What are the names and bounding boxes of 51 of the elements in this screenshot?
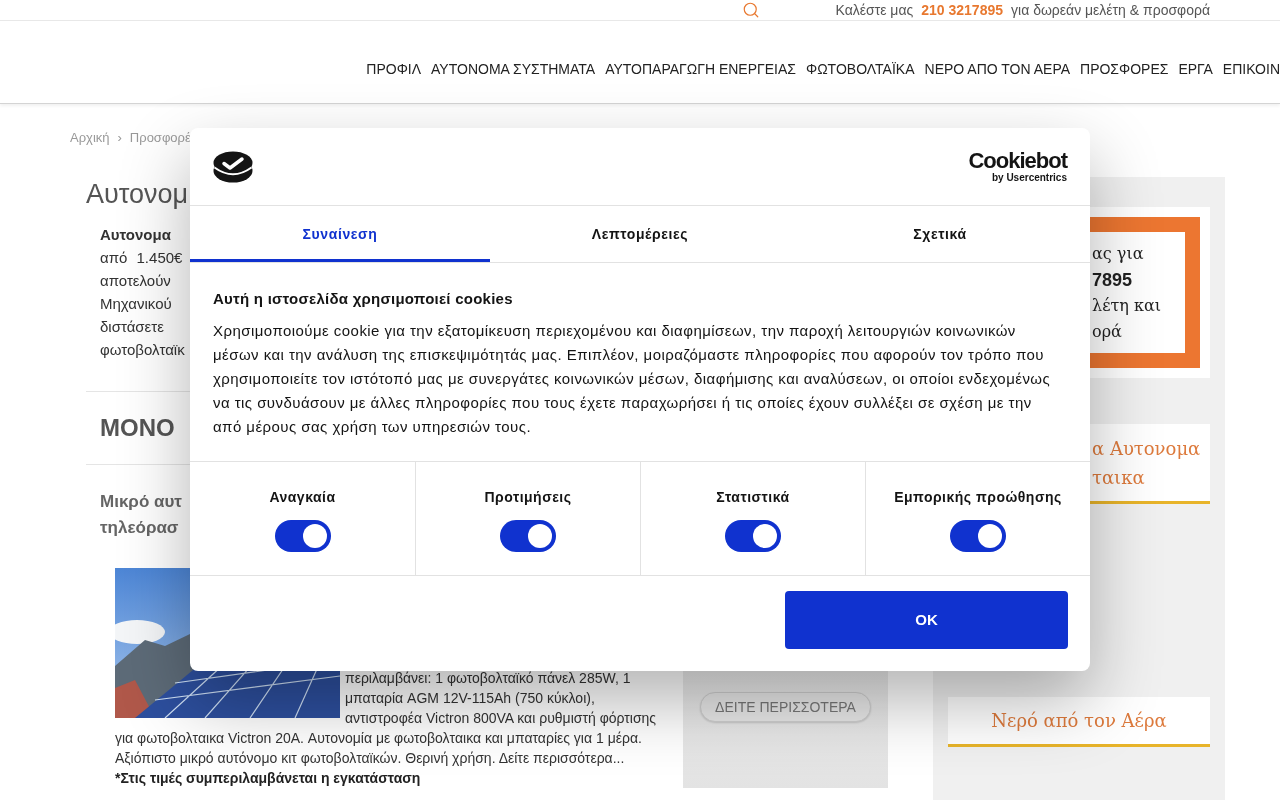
toggle-label: Εμπορικής προώθησης [894, 488, 1062, 506]
nav-link[interactable]: ΦΩΤΟΒΟΛΤΑΪΚΑ [806, 61, 915, 77]
call-text: για δωρεάν μελέτη & προσφορά [1011, 0, 1210, 20]
intro-text: Μηχανικού [100, 294, 172, 314]
contact-text: λέτη και [1092, 295, 1162, 317]
brand-name: Cookiebot [968, 150, 1067, 172]
link-card-title: ταικα [1092, 466, 1145, 490]
dialog-heading: Αυτή η ιστοσελίδα χρησιμοποιεί cookies [213, 289, 514, 309]
toggle-label: Προτιμήσεις [484, 488, 572, 506]
ok-button[interactable]: OK [785, 591, 1068, 649]
call-text: Καλέστε μας [835, 0, 914, 20]
contact-text: ας για [1092, 243, 1144, 265]
contact-text: 7895 [1092, 269, 1133, 292]
dialog-tab[interactable]: Σχετικά [790, 206, 1090, 262]
product-title: τηλεόρασ [100, 517, 179, 539]
dialog-body-text: Χρησιμοποιούμε cookie για την εξατομίκευση περιεχομένου και διαφημίσεων, την παροχή λειτουργιών κοινωνικών μέσων και την ανάλυση της επισκεψιμότητάς μας. Επιπλέον, μοιραζόμαστε πληροφορίες που αφορούν τον τρόπο που χρησιμοποιείτε τον ιστότοπό μας με συνεργάτες κοινωνικών μέσων, διαφήμισης και αναλύσεων, οι οποίοι ενδεχομένως να τις συνδυάσουν με άλλες πληροφορίες που τους έχετε παραχωρήσει ή τις οποίες έχουν συλλέξει σε σχέση με την από μέρους σας χρήση των υπηρεσιών τους. [213, 321, 1052, 437]
dialog-tab[interactable]: Συναίνεση [190, 206, 490, 262]
section-heading: ΜΟΝΟ [100, 413, 175, 443]
toggle-switch[interactable] [274, 520, 331, 552]
more-button[interactable]: ΔΕΙΤΕ ΠΕΡΙΣΣΟΤΕΡΑ [700, 692, 871, 722]
page-title: Αυτονομ [86, 178, 189, 211]
nav-link[interactable]: ΑΥΤΟΝΟΜΑ ΣΥΣΤΗΜΑΤΑ [431, 61, 596, 77]
product-title: Μικρό αυτ [100, 491, 182, 513]
link-card-title: Νερό από τον Αέρα [991, 709, 1167, 733]
product-description: για φωτοβολταικα Victron 20A. Αυτονομία με φωτοβολταικα και μπαταρίες για 1 μέρα. Αξιόπιστο μικρό αυτόνομο κιτ φωτοβολταϊκών. Θερινή χρήση. Δείτε περισσότερα... [115, 729, 643, 768]
nav-link[interactable]: ΑΥΤΟΠΑΡΑΓΩΓΗ ΕΝΕΡΓΕΙΑΣ [605, 61, 796, 77]
intro-text: φωτοβολταϊκ [100, 340, 185, 360]
toggle-switch[interactable] [950, 520, 1006, 552]
toggle-label: Αναγκαία [269, 488, 336, 506]
intro-text: διστάσετε [100, 317, 164, 337]
phone-number: 210 3217895 [921, 0, 1004, 20]
installation-note: *Στις τιμές συμπεριλαμβάνεται η εγκατάσταση [115, 769, 422, 788]
nav-link[interactable]: ΝΕΡΟ ΑΠΟ ΤΟΝ ΑΕΡΑ [924, 61, 1070, 77]
product-description: περιλαμβάνει: 1 φωτοβολταϊκό πάνελ 285W, 1 μπαταρία AGM 12V-115Ah (750 κύκλοι), αντιστροφέα Victron 800VA και ρυθμιστή φόρτισης [345, 669, 658, 728]
breadcrumb-separator: › [117, 130, 122, 145]
nav-link[interactable]: ΠΡΟΣΦΟΡΕΣ [1080, 61, 1169, 77]
cookie-check-icon [213, 150, 253, 183]
intro-text: αποτελούν [100, 271, 171, 291]
nav-link[interactable]: ΕΡΓΑ [1178, 61, 1213, 77]
nav-link[interactable]: ΕΠΙΚΟΙΝ [1222, 61, 1280, 77]
search-icon[interactable] [741, 1, 760, 19]
dialog-tab[interactable]: Λεπτομέρειες [490, 206, 790, 262]
brand-tagline: by Usercentrics [991, 172, 1067, 183]
contact-text: ορά [1092, 321, 1122, 343]
toggle-switch[interactable] [725, 520, 781, 552]
intro-text: Αυτονομα [100, 225, 171, 245]
intro-text: από 1.450€ [100, 248, 183, 268]
nav-link[interactable]: ΠΡΟΦΙΛ [366, 61, 422, 77]
toggle-switch[interactable] [500, 520, 556, 552]
toggle-label: Στατιστικά [716, 488, 790, 506]
link-card-title: α Αυτονομα [1092, 437, 1201, 461]
